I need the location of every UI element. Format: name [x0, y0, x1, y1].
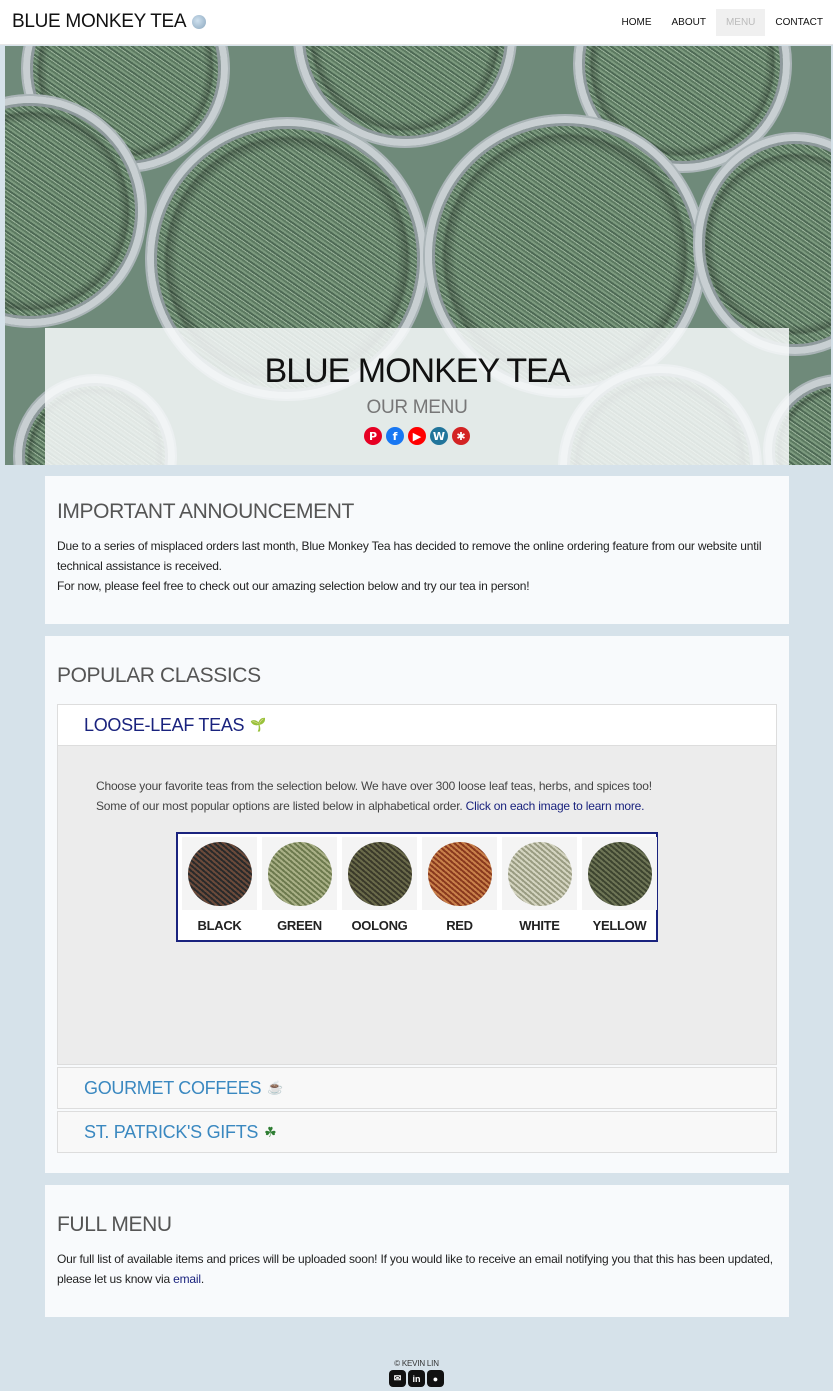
email-link[interactable]: email: [173, 1272, 201, 1286]
tea-label[interactable]: WHITE: [502, 918, 577, 933]
footer-links: ✉ in ●: [0, 1370, 833, 1387]
tea-image[interactable]: [422, 837, 497, 910]
seedling-icon: 🌱: [250, 717, 267, 732]
copyright: © KEVIN LIN: [394, 1359, 439, 1368]
accordion-header-coffees[interactable]: GOURMET COFFEES ☕: [58, 1068, 776, 1108]
nav-about[interactable]: ABOUT: [662, 0, 716, 44]
footer: © KEVIN LIN ✉ in ●: [0, 1359, 833, 1387]
brand-name[interactable]: BLUE MONKEY TEA: [12, 11, 187, 33]
nav-contact[interactable]: CONTACT: [765, 0, 833, 44]
full-menu-card: FULL MENU Our full list of available ite…: [45, 1185, 789, 1317]
accordion-body-loose-leaf: Choose your favorite teas from the selec…: [58, 745, 776, 1064]
accordion-header-loose-leaf[interactable]: LOOSE-LEAF TEAS 🌱: [58, 705, 776, 745]
learn-more-link[interactable]: Click on each image to learn more.: [466, 799, 645, 813]
loose-leaf-text: Choose your favorite teas from the selec…: [96, 779, 652, 793]
popular-heading: POPULAR CLASSICS: [57, 664, 261, 687]
tea-leaves-image: [427, 841, 492, 906]
linkedin-icon[interactable]: in: [408, 1370, 425, 1387]
tea-item-black[interactable]: BLACK: [182, 837, 257, 937]
tea-leaves-image: [587, 841, 652, 906]
brand[interactable]: BLUE MONKEY TEA: [12, 11, 207, 33]
loose-leaf-text-2-body: Some of our most popular options are lis…: [96, 799, 463, 813]
accordion-title: ST. PATRICK'S GIFTS: [84, 1121, 259, 1142]
navbar: BLUE MONKEY TEA HOME ABOUT MENU CONTACT: [0, 0, 833, 45]
tea-item-yellow[interactable]: YELLOW: [582, 837, 657, 937]
tea-image[interactable]: [182, 837, 257, 910]
tea-label[interactable]: OOLONG: [342, 918, 417, 933]
accordion-coffees: GOURMET COFFEES ☕: [57, 1067, 777, 1109]
accordion-loose-leaf: LOOSE-LEAF TEAS 🌱 Choose your favorite t…: [57, 704, 777, 1065]
hero-panel: BLUE MONKEY TEA OUR MENU Pf ▶ W ✱: [45, 328, 789, 465]
tea-leaves-image: [347, 841, 412, 906]
hero-subtitle: OUR MENU: [366, 397, 468, 418]
tea-item-green[interactable]: GREEN: [262, 837, 337, 937]
tea-leaves-image: [267, 841, 332, 906]
shamrock-icon: ☘: [264, 1123, 277, 1140]
tea-leaves-image: [507, 841, 572, 906]
hero-title: BLUE MONKEY TEA: [264, 352, 571, 390]
tea-leaves-image: [187, 841, 252, 906]
popular-classics-card: POPULAR CLASSICS LOOSE-LEAF TEAS 🌱 Choos…: [45, 636, 789, 1173]
tea-label[interactable]: YELLOW: [582, 918, 657, 933]
tea-image[interactable]: [582, 837, 657, 910]
tea-item-red[interactable]: RED: [422, 837, 497, 937]
loose-leaf-text-2: Some of our most popular options are lis…: [96, 796, 738, 816]
accordion-title: LOOSE-LEAF TEAS: [84, 714, 245, 735]
nav-menu-active[interactable]: MENU: [715, 8, 766, 36]
tea-tin-image: [695, 134, 831, 354]
coffee-bean-icon: ☕: [267, 1080, 284, 1095]
tea-item-oolong[interactable]: OOLONG: [342, 837, 417, 937]
tea-label[interactable]: RED: [422, 918, 497, 933]
tea-label[interactable]: GREEN: [262, 918, 337, 933]
full-menu-text-body: Our full list of available items and pri…: [57, 1252, 773, 1286]
tea-selection: BLACK GREEN OOLONG RED WHITE YELLOW: [176, 832, 658, 942]
tea-image[interactable]: [262, 837, 337, 910]
hero-banner: BLUE MONKEY TEA OUR MENU Pf ▶ W ✱: [5, 46, 831, 465]
tea-label[interactable]: BLACK: [182, 918, 257, 933]
email-icon[interactable]: ✉: [389, 1370, 406, 1387]
announcement-text-2: For now, please feel free to check out o…: [57, 579, 530, 593]
accordion-title: GOURMET COFFEES: [84, 1077, 262, 1098]
facebook-icon[interactable]: f: [386, 427, 404, 445]
nav-home[interactable]: HOME: [612, 0, 662, 44]
full-menu-text: Our full list of available items and pri…: [57, 1249, 777, 1289]
accordion-header-gifts[interactable]: ST. PATRICK'S GIFTS ☘: [58, 1112, 776, 1152]
github-icon[interactable]: ●: [427, 1370, 444, 1387]
nav-menu: HOME ABOUT MENU CONTACT: [612, 0, 833, 44]
tea-image[interactable]: [342, 837, 417, 910]
accordion-gifts: ST. PATRICK'S GIFTS ☘: [57, 1111, 777, 1153]
monkey-logo-icon: [192, 15, 207, 29]
full-menu-text-end: .: [200, 1272, 204, 1286]
announcement-text: Due to a series of misplaced orders last…: [57, 539, 762, 573]
youtube-icon[interactable]: ▶: [408, 427, 426, 445]
wordpress-icon[interactable]: W: [430, 427, 448, 445]
social-links: Pf ▶ W ✱: [45, 427, 789, 445]
tea-image[interactable]: [502, 837, 577, 910]
yelp-icon[interactable]: ✱: [452, 427, 470, 445]
full-menu-heading: FULL MENU: [57, 1213, 172, 1236]
pinterest-icon[interactable]: P: [364, 427, 382, 445]
announcement-heading: IMPORTANT ANNOUNCEMENT: [57, 500, 354, 523]
tea-item-white[interactable]: WHITE: [502, 837, 577, 937]
announcement-card: IMPORTANT ANNOUNCEMENT Due to a series o…: [45, 476, 789, 624]
